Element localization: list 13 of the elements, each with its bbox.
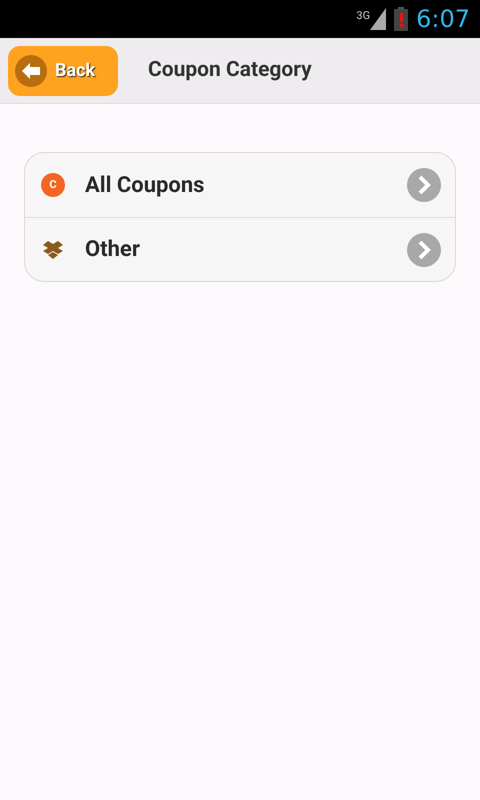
category-label: All Coupons [85, 172, 206, 200]
chevron-right-icon [407, 232, 441, 266]
page-title: Coupon Category [148, 56, 312, 84]
chevron-right-icon [407, 168, 441, 202]
box-icon [41, 240, 65, 260]
signal-icon [370, 8, 386, 30]
network-label: 3G [356, 10, 370, 21]
category-item[interactable]: C All Coupons [25, 153, 455, 217]
category-item[interactable]: Other [25, 217, 455, 281]
battery-icon [394, 7, 408, 31]
coupon-icon: C [41, 173, 65, 197]
category-label: Other [85, 236, 141, 264]
clock: 6:07 [416, 4, 470, 35]
